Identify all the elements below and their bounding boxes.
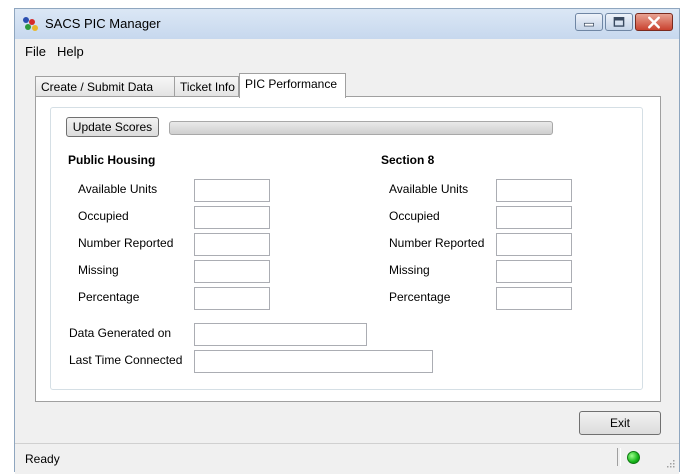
close-icon bbox=[648, 16, 660, 29]
last-time-connected-field[interactable] bbox=[194, 350, 433, 373]
ph-percentage-label: Percentage bbox=[78, 290, 140, 304]
pic-performance-panel: Update Scores Public Housing Section 8 A… bbox=[35, 96, 661, 402]
s8-number-reported-label: Number Reported bbox=[389, 236, 485, 250]
sacs-app-icon bbox=[23, 17, 38, 31]
tab-ticket-info[interactable]: Ticket Info bbox=[174, 76, 239, 96]
ph-number-reported-label: Number Reported bbox=[78, 236, 174, 250]
status-bar: Ready bbox=[15, 443, 679, 474]
ph-occupied-field[interactable] bbox=[194, 206, 270, 229]
s8-missing-field[interactable] bbox=[496, 260, 572, 283]
main-window: SACS PIC Manager File Help Create / Subm… bbox=[14, 8, 680, 474]
last-time-connected-label: Last Time Connected bbox=[69, 353, 183, 367]
ph-missing-field[interactable] bbox=[194, 260, 270, 283]
performance-group: Update Scores Public Housing Section 8 A… bbox=[50, 107, 643, 390]
ph-percentage-field[interactable] bbox=[194, 287, 270, 310]
ph-occupied-label: Occupied bbox=[78, 209, 129, 223]
status-text: Ready bbox=[25, 452, 60, 466]
s8-number-reported-field[interactable] bbox=[496, 233, 572, 256]
tab-pic-performance[interactable]: PIC Performance bbox=[239, 73, 346, 98]
menu-file[interactable]: File bbox=[25, 44, 46, 59]
ph-available-units-field[interactable] bbox=[194, 179, 270, 202]
update-progress-bar bbox=[169, 121, 553, 135]
tab-create-submit-data[interactable]: Create / Submit Data bbox=[35, 76, 175, 96]
ph-available-units-label: Available Units bbox=[78, 182, 158, 196]
minimize-button[interactable] bbox=[575, 13, 603, 31]
ph-missing-label: Missing bbox=[78, 263, 119, 277]
s8-missing-label: Missing bbox=[389, 263, 430, 277]
data-generated-field[interactable] bbox=[194, 323, 367, 346]
s8-percentage-field[interactable] bbox=[496, 287, 572, 310]
resize-grip-icon[interactable] bbox=[665, 458, 675, 468]
s8-available-units-label: Available Units bbox=[389, 182, 469, 196]
window-title: SACS PIC Manager bbox=[45, 16, 161, 31]
ph-number-reported-field[interactable] bbox=[194, 233, 270, 256]
maximize-icon bbox=[613, 17, 625, 27]
s8-percentage-label: Percentage bbox=[389, 290, 451, 304]
minimize-icon bbox=[583, 22, 594, 27]
s8-available-units-field[interactable] bbox=[496, 179, 572, 202]
menu-help[interactable]: Help bbox=[57, 44, 84, 59]
title-bar[interactable]: SACS PIC Manager bbox=[15, 9, 679, 39]
menu-bar: File Help bbox=[15, 39, 679, 63]
s8-occupied-field[interactable] bbox=[496, 206, 572, 229]
data-generated-label: Data Generated on bbox=[69, 326, 172, 340]
s8-occupied-label: Occupied bbox=[389, 209, 440, 223]
close-button[interactable] bbox=[635, 13, 673, 31]
public-housing-heading: Public Housing bbox=[68, 153, 156, 167]
status-separator bbox=[617, 448, 621, 466]
maximize-button[interactable] bbox=[605, 13, 633, 31]
section8-heading: Section 8 bbox=[381, 153, 435, 167]
update-scores-button[interactable]: Update Scores bbox=[66, 117, 159, 137]
connection-status-led-icon bbox=[627, 451, 640, 464]
exit-button[interactable]: Exit bbox=[579, 411, 661, 435]
